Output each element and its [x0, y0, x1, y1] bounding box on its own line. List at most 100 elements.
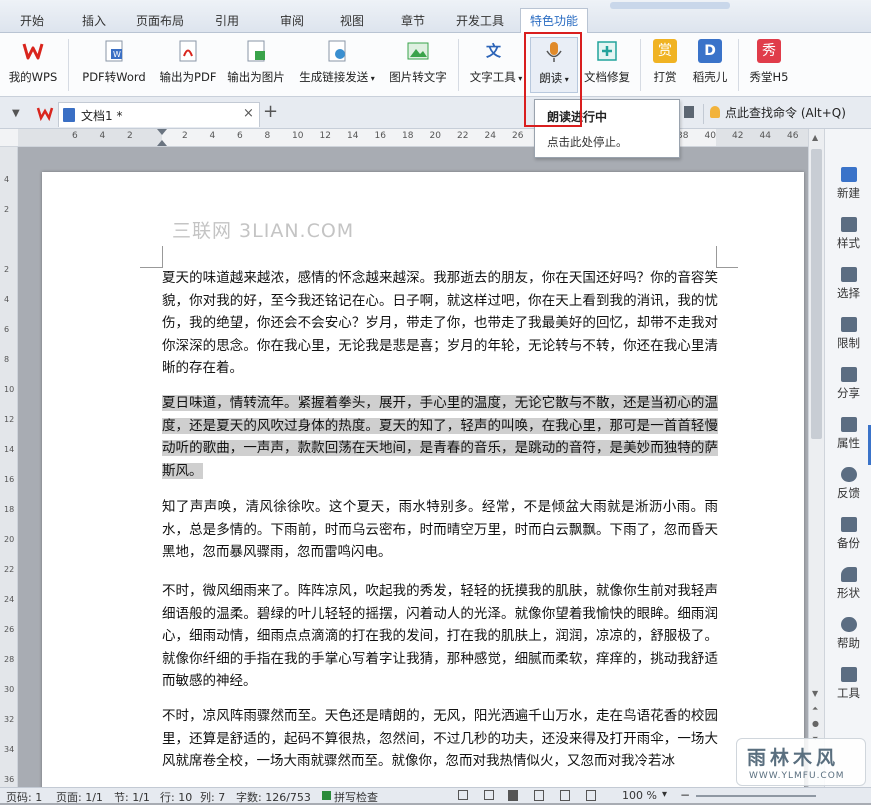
print-icon[interactable] — [684, 106, 694, 118]
share-link-button[interactable]: 生成链接发送 ▾ — [292, 37, 382, 93]
vruler-tick-label: 36 — [4, 775, 15, 784]
xiutang-button[interactable]: 秀 秀堂H5 — [744, 37, 794, 93]
export-pdf-button[interactable]: 输出为PDF — [156, 37, 220, 93]
document-tab-title: 文档1 * — [81, 109, 123, 123]
sidebar-item-properties[interactable]: 属性 — [825, 417, 871, 451]
docer-button[interactable]: D 稻壳儿 — [688, 37, 732, 93]
properties-icon — [840, 417, 857, 432]
vruler-tick-label: 18 — [4, 505, 15, 514]
menu-tab-devtools[interactable]: 开发工具 — [456, 10, 504, 33]
paragraph-1[interactable]: 夏天的味道越来越浓，感情的怀念越来越深。我那逝去的朋友，你在天国还好吗？你的音容… — [162, 267, 718, 380]
my-wps-button[interactable]: 我的WPS — [4, 37, 62, 93]
spell-check-icon — [322, 791, 331, 800]
ruler-tick-label: 46 — [787, 131, 799, 141]
ruler-tick-label: 2 — [182, 131, 188, 141]
doc-repair-button[interactable]: 文档修复 — [580, 37, 634, 93]
menu-tab-layout[interactable]: 页面布局 — [136, 10, 184, 33]
outline-view-icon[interactable] — [534, 790, 544, 801]
image-to-text-button[interactable]: 图片转文字 — [384, 37, 452, 93]
browse-object-icon[interactable]: ● — [812, 719, 819, 728]
scroll-down-icon[interactable]: ▼ — [812, 689, 818, 698]
vruler-tick-label: 10 — [4, 385, 15, 394]
first-line-indent-marker[interactable] — [157, 129, 167, 135]
ruler-tick-label: 6 — [237, 131, 243, 141]
sidebar-item-style[interactable]: 样式 — [825, 217, 871, 251]
menu-tab-chapter[interactable]: 章节 — [401, 10, 425, 33]
paragraph-5[interactable]: 不时，凉风阵雨骤然而至。天色还是晴朗的，无风，阳光洒遍千山万水，走在鸟语花香的校… — [162, 705, 718, 787]
menu-tab-insert[interactable]: 插入 — [82, 10, 106, 33]
vruler-tick-label: 6 — [4, 325, 10, 334]
sidebar-item-select[interactable]: 选择 — [825, 267, 871, 301]
vruler-tick-label: 22 — [4, 565, 15, 574]
export-image-button[interactable]: 输出为图片 — [224, 37, 288, 93]
sidebar-item-share[interactable]: 分享 — [825, 367, 871, 401]
wps-logo-icon[interactable] — [36, 104, 54, 122]
close-icon[interactable]: × — [243, 106, 254, 121]
page-view-icon[interactable] — [508, 790, 518, 801]
vruler-tick-label: 14 — [4, 445, 15, 454]
prev-page-icon[interactable]: ⏶ — [812, 704, 818, 714]
help-icon — [840, 617, 857, 632]
ruler-tick-label: 40 — [704, 131, 716, 141]
zoom-menu-icon[interactable]: ▾ — [662, 789, 667, 800]
horizontal-ruler[interactable]: 6422468101214161820222426283032343638404… — [0, 129, 808, 147]
zoom-level[interactable]: 100 % — [622, 789, 657, 802]
paragraph-3[interactable]: 知了声声唤，清风徐徐吹。这个夏天，雨水特别多。经常，不是倾盆大雨就是淅沥小雨。雨… — [162, 496, 718, 564]
sidebar-item-restrict[interactable]: 限制 — [825, 317, 871, 351]
sidebar-item-help[interactable]: 帮助 — [825, 617, 871, 651]
ruler-tick-label: 4 — [99, 131, 106, 141]
vruler-tick-label: 20 — [4, 535, 15, 544]
vruler-tick-label: 2 — [4, 265, 10, 274]
scroll-up-icon[interactable]: ▲ — [812, 133, 818, 142]
watermark-text: 三联网 3LIAN.COM — [172, 220, 355, 242]
vruler-tick-label: 4 — [4, 175, 10, 184]
text-tools-icon: 文 — [484, 39, 508, 63]
command-search[interactable]: 点此查找命令 (Alt+Q) — [725, 104, 846, 121]
fullscreen-icon[interactable] — [484, 790, 494, 800]
vertical-ruler[interactable]: 4 2 2 4 6 8 10 12 14 16 18 20 22 24 26 28 30 32 34 36 — [0, 147, 18, 787]
tooltip-hint[interactable]: 点击此处停止。 — [547, 134, 628, 150]
document-tab[interactable]: 文档1 * × — [58, 102, 260, 127]
ruler-tick-label: 8 — [264, 131, 271, 141]
zoom-out-button[interactable]: − — [680, 788, 690, 802]
paragraph-2-selected[interactable]: 夏日味道，情转流年。紧握着拳头，展开，手心里的温度，无论它散与不散，还是当初心的… — [162, 395, 718, 479]
ribbon-divider — [640, 39, 641, 91]
margin-corner-mark — [716, 246, 717, 268]
margin-corner-mark — [716, 267, 738, 268]
sidebar-item-feedback[interactable]: 反馈 — [825, 467, 871, 501]
pdf-to-word-button[interactable]: W PDF转Word — [78, 37, 150, 93]
menu-tab-reference[interactable]: 引用 — [215, 10, 239, 33]
web-view-icon[interactable] — [560, 790, 570, 801]
read-mode-icon[interactable] — [586, 790, 596, 801]
backup-icon — [840, 517, 857, 532]
menu-tab-view[interactable]: 视图 — [340, 10, 364, 33]
menu-tab-special[interactable]: 特色功能 — [520, 8, 588, 34]
sidebar-item-backup[interactable]: 备份 — [825, 517, 871, 551]
zoom-slider[interactable] — [696, 795, 816, 797]
vertical-scrollbar[interactable]: ▲ ▼ ⏶ ● ⏷ — [808, 129, 824, 787]
scrollbar-thumb[interactable] — [811, 149, 822, 439]
paragraph-4[interactable]: 不时，微风细雨来了。阵阵凉风，吹起我的秀发，轻轻的抚摸我的肌肤，就像你生前对我轻… — [162, 580, 718, 693]
bulb-icon — [710, 106, 720, 118]
ruler-tick-label: 44 — [759, 131, 771, 141]
ribbon-divider — [68, 39, 69, 91]
ruler-tick-label: 10 — [292, 131, 304, 141]
new-tab-button[interactable]: + — [263, 101, 278, 122]
sidebar-item-new[interactable]: 新建 — [825, 167, 871, 201]
pdf-to-word-icon: W — [102, 39, 126, 63]
reward-button[interactable]: 赏 打赏 — [646, 37, 684, 93]
menu-tab-start[interactable]: 开始 — [20, 10, 44, 33]
document-page[interactable] — [42, 172, 804, 792]
title-search-box[interactable] — [610, 2, 730, 9]
sidebar-item-shape[interactable]: 形状 — [825, 567, 871, 601]
sidebar-item-tools[interactable]: 工具 — [825, 667, 871, 701]
menu-tab-review[interactable]: 审阅 — [280, 10, 304, 33]
hanging-indent-marker[interactable] — [157, 140, 167, 146]
protect-icon[interactable] — [458, 790, 468, 800]
vruler-tick-label: 26 — [4, 625, 15, 634]
ruler-tick-label: 18 — [402, 131, 414, 141]
chevron-down-icon[interactable]: ▼ — [12, 108, 20, 119]
text-tools-button[interactable]: 文 文字工具 ▾ — [466, 37, 526, 93]
shape-icon — [840, 567, 857, 582]
vruler-tick-label: 34 — [4, 745, 15, 754]
